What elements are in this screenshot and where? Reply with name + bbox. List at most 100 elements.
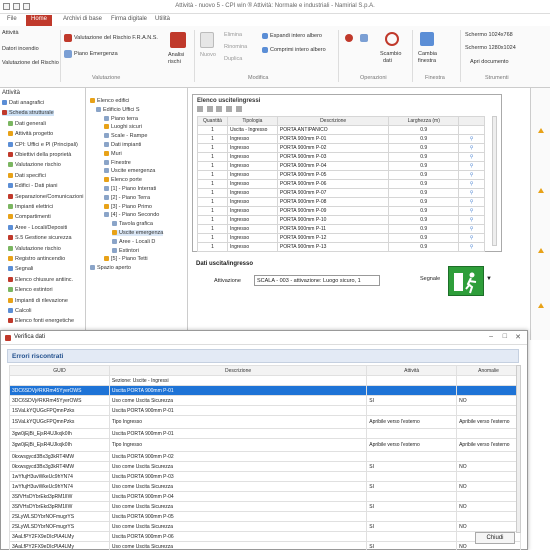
table-row[interactable]: 1 Ingresso PORTA 900mm P-06 0.9 ⚲ [197,179,485,189]
table-row[interactable]: 1 Ingresso PORTA 900mm P-03 0.9 ⚲ [197,152,485,162]
table-row[interactable]: 2SLyWLSDYbrNOFmugrYS Uscita PORTA 900mm P… [9,511,521,522]
person-icon[interactable]: ⚲ [470,235,474,241]
tree-node[interactable]: Tavola grafica [112,221,153,227]
person-icon[interactable]: ⚲ [470,163,474,169]
tree-node[interactable]: Muri [104,151,122,157]
left-panel-item[interactable]: Valutazione rischio [8,162,61,168]
add-row-icon[interactable] [197,106,203,112]
col-guid[interactable]: GUID [9,365,110,376]
schermo-1024-button[interactable]: Schermo 1024x768 [465,32,513,38]
tree-node[interactable]: [3] - Piano Primo [104,204,152,210]
table-row[interactable]: 1SVaLkYQUGcFPQmnPzks Tipo Ingresso Apribil… [9,415,521,429]
left-panel-item[interactable]: Segnali [8,266,33,272]
table-row[interactable]: 1wYfujH3uvWkeUc9hYN74 Uscita PORTA 900mm … [9,471,521,482]
left-panel-item[interactable]: Impianti elettrici [8,204,53,210]
col-anomalie[interactable]: Anomalie [456,365,521,376]
table-row[interactable]: 1 Ingresso PORTA 900mm P-09 0.9 ⚲ [197,206,485,216]
tree-node[interactable]: Spazio aperto [90,265,131,271]
table-row[interactable]: 3SfVHsDYbrEkd3pRM1lIW Uso come Uscita Sic… [9,501,521,512]
left-panel-item[interactable]: Compartimenti [8,214,51,220]
duplica-button[interactable]: Duplica [224,56,242,62]
table-row[interactable]: 1 Ingresso PORTA 900mm P-11 0.9 ⚲ [197,224,485,234]
close-icon[interactable]: ✕ [515,333,521,341]
person-icon[interactable]: ⚲ [470,208,474,214]
left-panel-item[interactable]: Calcoli [8,308,32,314]
segnale-dropdown-icon[interactable]: ▼ [486,276,492,282]
piano-emergenza-button[interactable]: Piano Emergenza [74,51,118,57]
tab-archivi-di-base[interactable]: Archivi di base [58,15,107,26]
col-descrizione[interactable]: Descrizione [108,365,368,376]
table-row[interactable]: 1SVaLkYQUGcFPQmnPzks Uscita PORTA 900mm P… [9,405,521,416]
table-row[interactable]: 3gw0jEjBi_EjsR4UJkxjk0Ih Tipo Ingresso Apr… [9,438,521,452]
tree-node[interactable]: Elenco edifici [90,98,129,104]
table-row[interactable]: 3SfVHsDYbrEkd3pRM1lIW Uscita PORTA 900mm … [9,491,521,502]
table-row[interactable]: 3gw0jEjBi_EjsR4UJkxjk0Ih Uscita PORTA 900… [9,428,521,439]
cambia-finestra-label-2[interactable]: finestra [418,58,436,64]
ribbon-datori-incendio[interactable]: Datori incendio [2,46,39,52]
tab-utilita[interactable]: Utilità [150,15,175,26]
tree-node[interactable]: [4] - Piano Secondo [104,212,159,218]
tab-home[interactable]: Home [26,15,53,26]
elimina-button[interactable]: Elimina [224,32,242,38]
left-panel-item[interactable]: S.5 Gestione sicurezza [8,235,72,241]
left-panel-item[interactable]: Elenco fonti energetiche [8,318,74,324]
table-row[interactable]: 3DC6SDVj#RKRm45YyerOWS Uso come Uscita Si… [9,395,521,406]
table-row[interactable]: 1wYfujH3uvWkeUc9hYN74 Uso come Uscita Sic… [9,481,521,492]
tree-node[interactable]: Uscite emergenza [112,230,164,236]
left-panel-item[interactable]: Aree - Locali/Depositi [8,225,67,231]
analisi-label-2[interactable]: rischi [168,59,181,65]
person-icon[interactable]: ⚲ [470,181,474,187]
cambia-finestra-label[interactable]: Cambia [418,51,437,57]
rinomina-button[interactable]: Rinomina [224,44,247,50]
tree-node[interactable]: Piano terra [104,116,138,122]
table-row[interactable]: 1 Ingresso PORTA 900mm P-04 0.9 ⚲ [197,161,485,171]
table-row[interactable]: 1 Ingresso PORTA 900mm P-05 0.9 ⚲ [197,170,485,180]
tree-node[interactable]: Estintori [112,248,139,254]
table-row[interactable]: 3AaLfPY2FX9eDIcPlA4LMy Uso come Uscita Si… [9,541,521,550]
person-icon[interactable]: ⚲ [470,226,474,232]
left-panel-item[interactable]: Valutazione rischio [8,246,61,252]
tree-node[interactable]: [2] - Piano Terra [104,195,150,201]
table-row[interactable]: 1 Ingresso PORTA 900mm P-01 0.9 ⚲ [197,134,485,144]
left-panel-item[interactable]: Edifici - Dati piani [8,183,58,189]
tree-node[interactable]: Finestre [104,160,131,166]
nuovo-button[interactable]: Nuovo [200,52,216,58]
table-row[interactable]: 3DC6SDVj#RKRm45YyerOWS Uscita PORTA 900mm… [9,385,521,396]
grid-scrollbar[interactable] [492,116,497,246]
person-icon[interactable]: ⚲ [470,145,474,151]
valutazione-frans-button[interactable]: Valutazione del Rischio F.R.A.N.S. [74,35,158,41]
tree-node[interactable]: Luoghi sicuri [104,124,142,130]
analisi-label[interactable]: Analisi [168,52,184,58]
table-row[interactable]: 0kxwsgycd3Bx3g3kRT4MW Uscita PORTA 900mm … [9,451,521,462]
attivazione-select[interactable]: SCALA - 003 - attivazione: Luogo sicuro,… [254,275,380,286]
tree-node[interactable]: Edificio Uffici S [96,107,140,113]
tab-file[interactable]: File [2,15,22,26]
table-row[interactable]: 1 Ingresso PORTA 900mm P-02 0.9 ⚲ [197,143,485,153]
tree-node[interactable]: Aree - Locali D [112,239,155,245]
left-panel-item[interactable]: Separazione/Comunicazioni [8,194,83,200]
left-panel-item[interactable]: Dati anagrafici [2,100,44,106]
maximize-icon[interactable]: □ [503,333,507,340]
col-attivita[interactable]: Attività [366,365,458,376]
col-quantita[interactable]: Quantità [197,116,228,126]
errors-scrollbar[interactable] [516,365,521,533]
person-icon[interactable]: ⚲ [470,244,474,250]
scambio-label-2[interactable]: dati [383,58,392,64]
schermo-1280-button[interactable]: Schermo 1280x1024 [465,45,516,51]
ribbon-attivita[interactable]: Attività [2,30,19,36]
move-up-icon[interactable] [226,106,233,112]
tree-node[interactable]: Dati impianti [104,142,141,148]
move-down-icon[interactable] [235,106,242,112]
espandi-albero-button[interactable]: Espandi intero albero [270,33,322,39]
scambio-label[interactable]: Scambio [380,51,401,57]
person-icon[interactable]: ⚲ [470,217,474,223]
person-icon[interactable]: ⚲ [470,190,474,196]
table-row[interactable]: 2SLyWLSDYbrNOFmugrYS Uso come Uscita Sicu… [9,521,521,532]
tree-node[interactable]: [5] - Piano Tetti [104,256,148,262]
table-row[interactable]: 0kxwsgycd3Bx3g3kRT4MW Uso come Uscita Sic… [9,461,521,472]
ribbon-valutazione-rischio[interactable]: Valutazione del Rischio [2,60,59,66]
person-icon[interactable]: ⚲ [470,154,474,160]
left-panel-item[interactable]: Elenco chiusure antiinc. [8,277,73,283]
col-tipologia[interactable]: Tipologia [226,116,278,126]
table-row[interactable]: 3AaLfPY2FX9eDIcPlA4LMy Uscita PORTA 900mm… [9,531,521,542]
